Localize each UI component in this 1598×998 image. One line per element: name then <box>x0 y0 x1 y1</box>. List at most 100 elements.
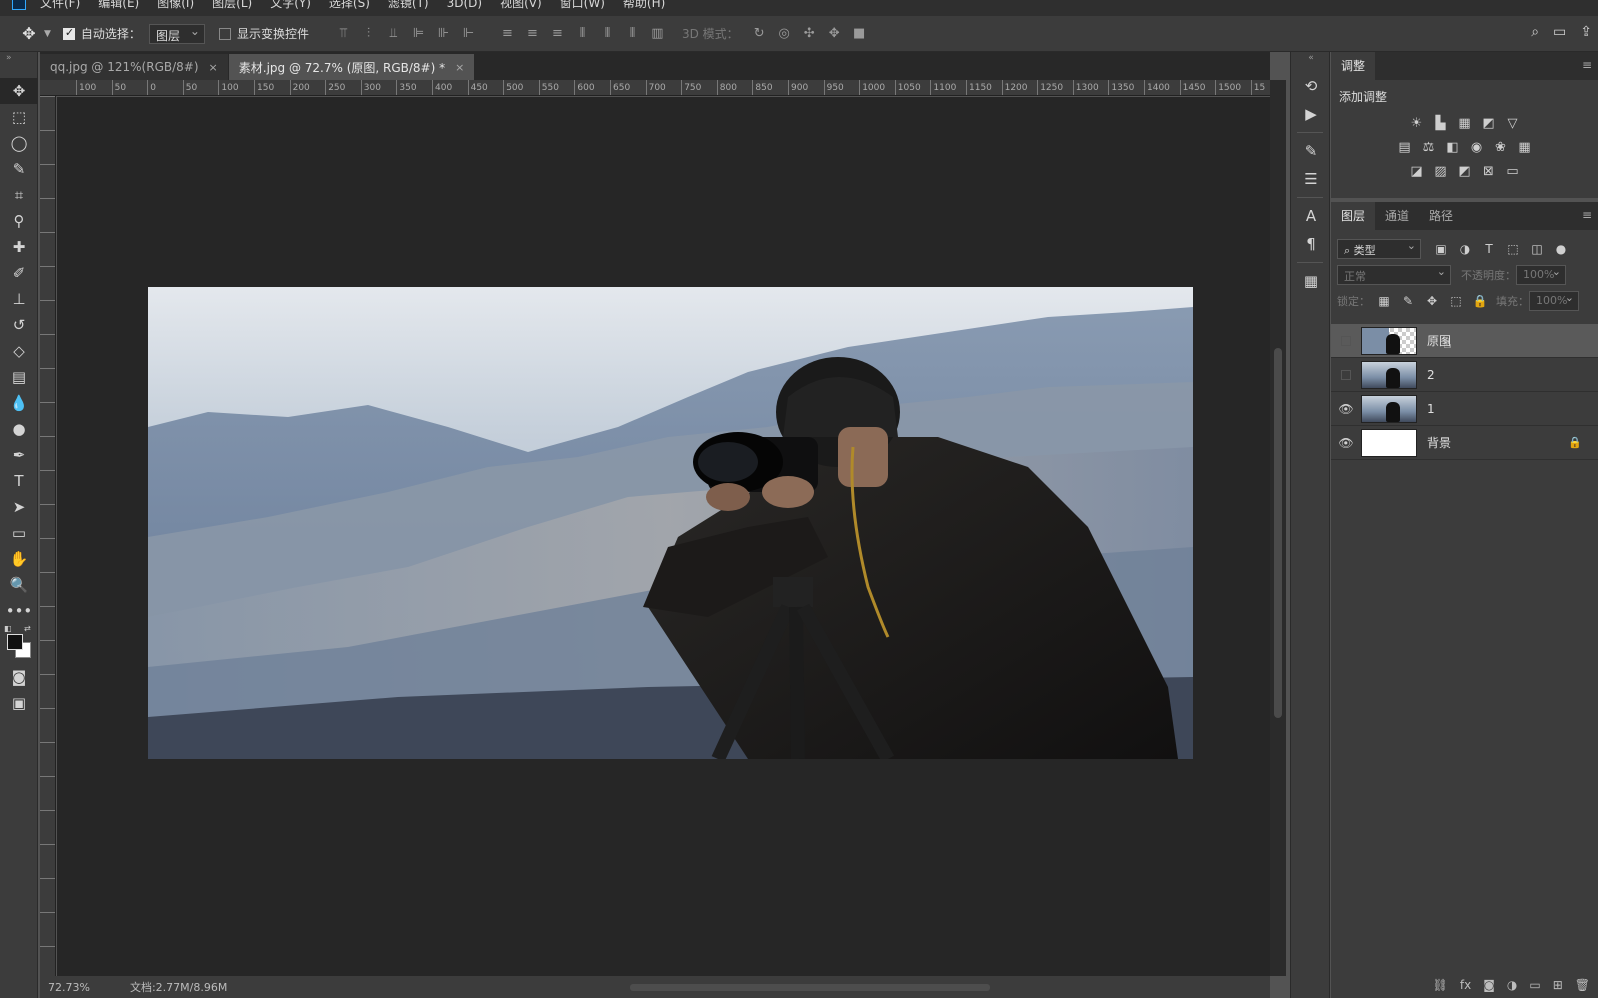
distribute-right-icon[interactable]: ⦀ <box>620 24 645 44</box>
levels-icon[interactable]: ▙ <box>1429 115 1453 133</box>
menu-3d[interactable]: 3D(D) <box>447 0 482 9</box>
move-tool-icon[interactable]: ✥ <box>0 78 38 104</box>
gradient-map-icon[interactable]: ▭ <box>1501 163 1525 181</box>
lock-transparent-icon[interactable]: ▦ <box>1372 294 1396 308</box>
clone-stamp-tool-icon[interactable]: ⊥ <box>0 286 38 312</box>
distribute-hcenter-icon[interactable]: ⦀ <box>595 24 620 44</box>
zoom-tool-icon[interactable]: 🔍 <box>0 572 38 598</box>
healing-brush-tool-icon[interactable]: ✚ <box>0 234 38 260</box>
more-tools-icon[interactable]: ••• <box>0 598 38 624</box>
path-select-tool-icon[interactable]: ➤ <box>0 494 38 520</box>
add-mask-icon[interactable]: ◙ <box>1483 978 1495 992</box>
foreground-color-swatch[interactable] <box>7 634 23 650</box>
invert-icon[interactable]: ◪ <box>1405 163 1429 181</box>
align-left-icon[interactable]: ⊫ <box>406 24 431 44</box>
document-size[interactable]: 文档:2.77M/8.96M <box>130 979 227 995</box>
blend-mode-select[interactable]: 正常 <box>1337 265 1451 285</box>
quick-select-tool-icon[interactable]: ✎ <box>0 156 38 182</box>
rectangle-tool-icon[interactable]: ▭ <box>0 520 38 546</box>
menu-help[interactable]: 帮助(H) <box>623 0 665 9</box>
history-brush-tool-icon[interactable]: ↺ <box>0 312 38 338</box>
scale-3d-icon[interactable]: ■ <box>847 24 872 44</box>
paragraph-panel-icon[interactable]: ¶ <box>1291 230 1331 258</box>
curves-icon[interactable]: ▦ <box>1453 115 1477 133</box>
auto-select-checkbox[interactable] <box>62 26 75 40</box>
lock-image-icon[interactable]: ✎ <box>1396 294 1420 308</box>
crop-tool-icon[interactable]: ⌗ <box>0 182 38 208</box>
tab-sucai[interactable]: 素材.jpg @ 72.7% (原图, RGB/8#) * × <box>228 54 475 80</box>
scrollbar-thumb[interactable] <box>1274 348 1282 718</box>
tab-adjustments[interactable]: 调整 <box>1331 52 1376 80</box>
roll-3d-icon[interactable]: ◎ <box>772 24 797 44</box>
menu-view[interactable]: 视图(V) <box>500 0 542 9</box>
menu-edit[interactable]: 编辑(E) <box>98 0 139 9</box>
pen-tool-icon[interactable]: ✒ <box>0 442 38 468</box>
align-top-icon[interactable]: ⫪ <box>331 24 356 44</box>
auto-align-icon[interactable]: ▥ <box>645 24 670 44</box>
document-image[interactable] <box>148 287 1193 759</box>
brush-settings-icon[interactable]: ✎ <box>1291 137 1331 165</box>
vertical-scrollbar[interactable] <box>1270 80 1286 976</box>
tab-qq[interactable]: qq.jpg @ 121%(RGB/8#) × <box>40 54 228 80</box>
hand-tool-icon[interactable]: ✋ <box>0 546 38 572</box>
color-balance-icon[interactable]: ⚖ <box>1417 139 1441 157</box>
menu-layer[interactable]: 图层(L) <box>212 0 252 9</box>
panel-menu-icon[interactable]: ≡ <box>1582 208 1592 222</box>
layer-row-1[interactable]: 👁 1 <box>1331 392 1598 426</box>
panel-menu-icon[interactable]: ≡ <box>1582 58 1592 72</box>
lock-artboard-icon[interactable]: ⬚ <box>1444 294 1468 308</box>
layer-name[interactable]: 1 <box>1427 402 1435 416</box>
auto-select-dropdown[interactable]: 图层 <box>148 23 205 44</box>
close-icon[interactable]: × <box>455 61 464 74</box>
horizontal-scrollbar-thumb[interactable] <box>630 984 990 991</box>
tool-preset-chevron-down-icon[interactable]: ▼ <box>44 29 51 39</box>
align-hcenter-icon[interactable]: ⊪ <box>431 24 456 44</box>
show-transform-checkbox[interactable] <box>218 27 231 40</box>
close-icon[interactable]: × <box>209 61 218 74</box>
default-colors-icon[interactable]: ◧ <box>4 624 12 633</box>
menu-select[interactable]: 选择(S) <box>329 0 370 9</box>
visibility-toggle-off[interactable] <box>1341 369 1351 380</box>
menu-type[interactable]: 文字(Y) <box>270 0 311 9</box>
hue-saturation-icon[interactable]: ▤ <box>1393 139 1417 157</box>
canvas-area[interactable] <box>57 97 1270 976</box>
actions-panel-icon[interactable]: ▶ <box>1291 100 1331 128</box>
zoom-level[interactable]: 72.73% <box>48 981 90 994</box>
gradient-tool-icon[interactable]: ▤ <box>0 364 38 390</box>
layer-row-background[interactable]: 👁 背景 🔒 <box>1331 426 1598 460</box>
filter-toggle-icon[interactable]: ● <box>1549 242 1573 256</box>
distribute-vcenter-icon[interactable]: ≡ <box>520 24 545 44</box>
distribute-left-icon[interactable]: ⦀ <box>570 24 595 44</box>
new-layer-icon[interactable]: ⊞ <box>1553 978 1563 992</box>
fill-input[interactable]: 100% <box>1529 291 1579 311</box>
blur-tool-icon[interactable]: 💧 <box>0 390 38 416</box>
menu-filter[interactable]: 滤镜(T) <box>388 0 429 9</box>
channel-mixer-icon[interactable]: ❀ <box>1489 139 1513 157</box>
new-group-icon[interactable]: ▭ <box>1529 978 1540 992</box>
exposure-icon[interactable]: ◩ <box>1477 115 1501 133</box>
lock-position-icon[interactable]: ✥ <box>1420 294 1444 308</box>
tab-channels[interactable]: 通道 <box>1375 202 1419 230</box>
color-lookup-icon[interactable]: ▦ <box>1513 139 1537 157</box>
posterize-icon[interactable]: ▨ <box>1429 163 1453 181</box>
share-icon[interactable]: ⇪ <box>1580 24 1592 40</box>
slide-3d-icon[interactable]: ✥ <box>822 24 847 44</box>
history-panel-icon[interactable]: ⟲ <box>1291 72 1331 100</box>
brush-presets-icon[interactable]: ☰ <box>1291 165 1331 193</box>
character-panel-icon[interactable]: A <box>1291 202 1331 230</box>
layer-row-2[interactable]: 2 <box>1331 358 1598 392</box>
eraser-tool-icon[interactable]: ◇ <box>0 338 38 364</box>
lock-all-icon[interactable]: 🔒 <box>1468 294 1492 308</box>
fx-icon[interactable]: fx <box>1460 978 1471 992</box>
eye-icon[interactable]: 👁 <box>1331 402 1361 416</box>
dodge-tool-icon[interactable]: ● <box>0 416 38 442</box>
screen-mode-icon[interactable]: ▣ <box>0 690 38 716</box>
expand-arrows-icon[interactable]: « <box>1291 52 1331 72</box>
new-adjustment-icon[interactable]: ◑ <box>1507 978 1517 992</box>
layer-name[interactable]: 2 <box>1427 368 1435 382</box>
threshold-icon[interactable]: ◩ <box>1453 163 1477 181</box>
vibrance-icon[interactable]: ▽ <box>1501 115 1525 133</box>
eyedropper-tool-icon[interactable]: ⚲ <box>0 208 38 234</box>
layer-name[interactable]: 背景 <box>1427 434 1451 451</box>
tab-paths[interactable]: 路径 <box>1419 202 1463 230</box>
